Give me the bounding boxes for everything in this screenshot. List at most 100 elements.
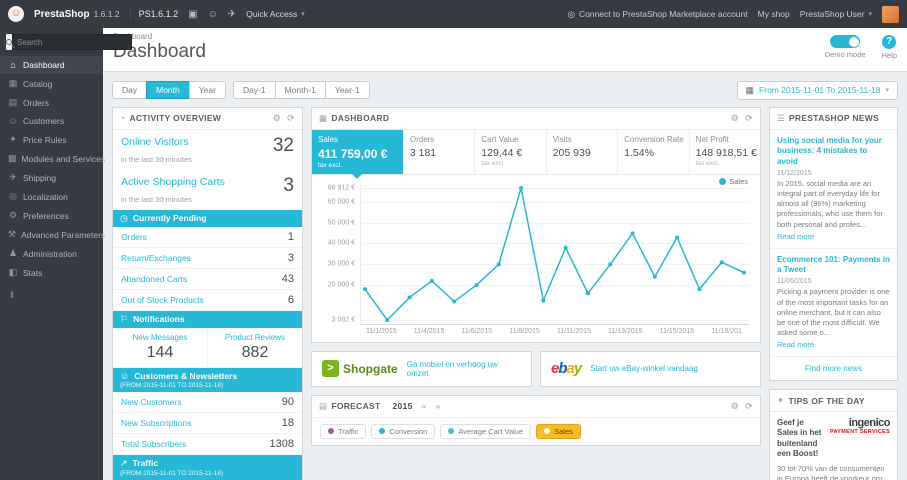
ebay-letter: a — [566, 360, 575, 378]
row-label: Out of Stock Products — [121, 294, 204, 305]
marketplace-link[interactable]: ◎ Connect to PrestaShop Marketplace acco… — [568, 9, 748, 20]
date-range-picker[interactable]: ▦ From 2015-11-01 To 2015-11-18 ▾ — [736, 80, 898, 100]
read-more-link[interactable]: Read more — [777, 232, 814, 241]
abandoned-carts-row[interactable]: Abandoned Carts 43 — [113, 269, 302, 290]
kpi-visits[interactable]: Visits 205 939 — [547, 129, 619, 174]
tips-headline: Geef je Sales in het buitenland een Boos… — [777, 418, 822, 459]
customer-icon[interactable]: ☺ — [208, 9, 218, 20]
chart-plot-area[interactable] — [360, 184, 750, 325]
shopgate-module-ad[interactable]: > Shopgate Ga mobiel en verhoog uw omzet — [311, 350, 532, 387]
demo-mode-toggle[interactable] — [830, 35, 861, 48]
cart-icon[interactable]: ▣ — [188, 9, 197, 20]
legend-dot-icon — [719, 177, 727, 185]
sidebar-item-price-rules[interactable]: ✦ Price Rules — [0, 130, 103, 149]
kpi-orders[interactable]: Orders 3 181 — [404, 129, 476, 174]
my-shop-link[interactable]: My shop — [758, 9, 790, 19]
search-input[interactable] — [12, 34, 132, 50]
shop-name-link[interactable]: PS1.6.1.2 — [129, 9, 178, 19]
price-rules-icon: ✦ — [9, 134, 17, 144]
sidebar-item-stats[interactable]: ◧ Stats — [0, 263, 103, 282]
demo-mode-label: Demo mode — [824, 50, 866, 59]
legend-label: Average Cart Value — [458, 426, 524, 436]
ebay-module-ad[interactable]: ebay Start uw eBay-winkel vandaag — [540, 350, 761, 387]
ingenico-logo: ingenico PAYMENT SERVICES — [829, 418, 891, 460]
sidebar-item-modules[interactable]: ▩ Modules and Services — [0, 149, 106, 168]
pending-orders-row[interactable]: Orders 1 — [113, 227, 302, 248]
avatar[interactable] — [882, 5, 899, 23]
active-carts-link[interactable]: Active Shopping Carts — [121, 176, 225, 188]
collapse-menu-button[interactable]: ‖ — [0, 282, 103, 308]
currently-pending-header: ◷ Currently Pending — [113, 209, 302, 227]
sidebar-item-dashboard[interactable]: ⌂ Dashboard — [0, 56, 103, 74]
gear-icon[interactable]: ⚙ — [731, 401, 739, 412]
brand-name: PrestaShop — [34, 8, 90, 20]
sidebar-item-administration[interactable]: ♟ Administration — [0, 244, 103, 263]
filter-month-1-button[interactable]: Month-1 — [274, 81, 326, 100]
sidebar-item-advanced-parameters[interactable]: ⚒ Advanced Parameters — [0, 225, 105, 244]
forecast-legend-traffic[interactable]: Traffic — [320, 423, 367, 439]
sidebar-item-customers[interactable]: ☺ Customers — [0, 112, 103, 130]
new-subscriptions-row[interactable]: New Subscriptions 18 — [113, 413, 302, 434]
forecast-legend-average-cart-value[interactable]: Average Cart Value — [440, 423, 532, 439]
page-title: Dashboard — [113, 41, 206, 62]
ebay-link[interactable]: Start uw eBay-winkel vandaag — [590, 364, 698, 373]
row-value: 18 — [281, 416, 294, 429]
filter-year-1-button[interactable]: Year-1 — [324, 81, 370, 100]
quick-access-label: Quick Access — [246, 9, 298, 19]
legend-label: Sales — [554, 426, 573, 436]
new-messages-cell[interactable]: New Messages 144 — [113, 327, 208, 367]
filter-month-button[interactable]: Month — [146, 81, 190, 100]
online-visitors-link[interactable]: Online Visitors — [121, 136, 189, 148]
kpi-conversion-rate[interactable]: Conversion Rate 1.54% — [618, 129, 690, 174]
x-tick: 11/6/2015 — [461, 327, 493, 335]
news-title-link[interactable]: Using social media for your business: 4 … — [777, 136, 890, 167]
x-tick: 11/11/2015 — [556, 327, 591, 335]
refresh-icon[interactable]: ⟳ — [745, 113, 753, 124]
kpi-net-profit[interactable]: Net Profit 148 918,51 € tax excl. — [690, 130, 760, 174]
previous-year-button[interactable]: « — [422, 401, 427, 411]
demo-mode-control: Demo mode — [825, 35, 866, 60]
help-button[interactable]: ? — [882, 35, 897, 49]
shipping-icon[interactable]: ✈ — [228, 9, 236, 20]
gear-icon[interactable]: ⚙ — [731, 113, 739, 124]
read-more-link[interactable]: Read more — [777, 340, 814, 349]
forecast-legend-sales[interactable]: Sales — [536, 423, 581, 439]
refresh-icon[interactable]: ⟳ — [745, 401, 753, 412]
sidebar-item-shipping[interactable]: ✈ Shipping — [0, 168, 103, 187]
user-menu[interactable]: PrestaShop User ▾ — [800, 9, 872, 19]
date-range-label: From 2015-11-01 To 2015-11-18 — [759, 85, 881, 96]
gear-icon[interactable]: ⚙ — [273, 113, 281, 124]
help-control: ? Help — [882, 35, 897, 60]
shopgate-link[interactable]: Ga mobiel en verhoog uw omzet — [407, 360, 521, 378]
filter-year-button[interactable]: Year — [188, 81, 226, 100]
kpi-sales[interactable]: Sales 411 759,00 € tax excl. — [312, 129, 404, 179]
customers-newsletters-header: ☺ Customers & Newsletters (FROM 2015-11-… — [113, 367, 302, 392]
localization-icon: ◎ — [9, 191, 17, 201]
globe-icon: ◎ — [567, 8, 575, 19]
pending-returns-row[interactable]: Return/Exchanges 3 — [113, 248, 302, 269]
find-more-news-link[interactable]: Find more news — [770, 357, 897, 380]
brand-subtitle: PAYMENT SERVICES — [829, 429, 890, 436]
quick-access-menu[interactable]: Quick Access ▾ — [246, 9, 305, 19]
new-customers-row[interactable]: New Customers 90 — [113, 392, 302, 413]
out-of-stock-row[interactable]: Out of Stock Products 6 — [113, 290, 302, 311]
prestashop-news-panel: ☰ PRESTASHOP NEWS Using social media for… — [769, 106, 898, 382]
sidebar-item-orders[interactable]: ▤ Orders — [0, 93, 103, 112]
forecast-legend-conversion[interactable]: Conversion — [371, 423, 436, 439]
sidebar-item-catalog[interactable]: ▦ Catalog — [0, 74, 103, 93]
sidebar-item-label: Modules and Services — [21, 153, 106, 164]
refresh-icon[interactable]: ⟳ — [287, 113, 295, 124]
sidebar-item-localization[interactable]: ◎ Localization — [0, 187, 103, 206]
kpi-cart-value[interactable]: Cart Value 129,44 € tax excl. — [475, 129, 547, 174]
x-tick: 11/1/2015 — [366, 327, 397, 335]
x-tick: 11/18/201 — [711, 327, 742, 335]
next-year-button[interactable]: » — [436, 401, 441, 411]
breadcrumb[interactable]: Dashboard — [113, 32, 897, 41]
product-reviews-cell[interactable]: Product Reviews 882 — [208, 328, 302, 367]
sidebar-item-preferences[interactable]: ⚙ Preferences — [0, 206, 103, 225]
total-subscribers-row[interactable]: Total Subscribers 1308 — [113, 434, 302, 455]
news-title-link[interactable]: Ecommerce 101: Payments in a Tweet — [777, 255, 890, 276]
filter-day-button[interactable]: Day — [112, 81, 148, 100]
calendar-icon: ▦ — [745, 84, 755, 95]
filter-day-1-button[interactable]: Day-1 — [232, 81, 276, 100]
